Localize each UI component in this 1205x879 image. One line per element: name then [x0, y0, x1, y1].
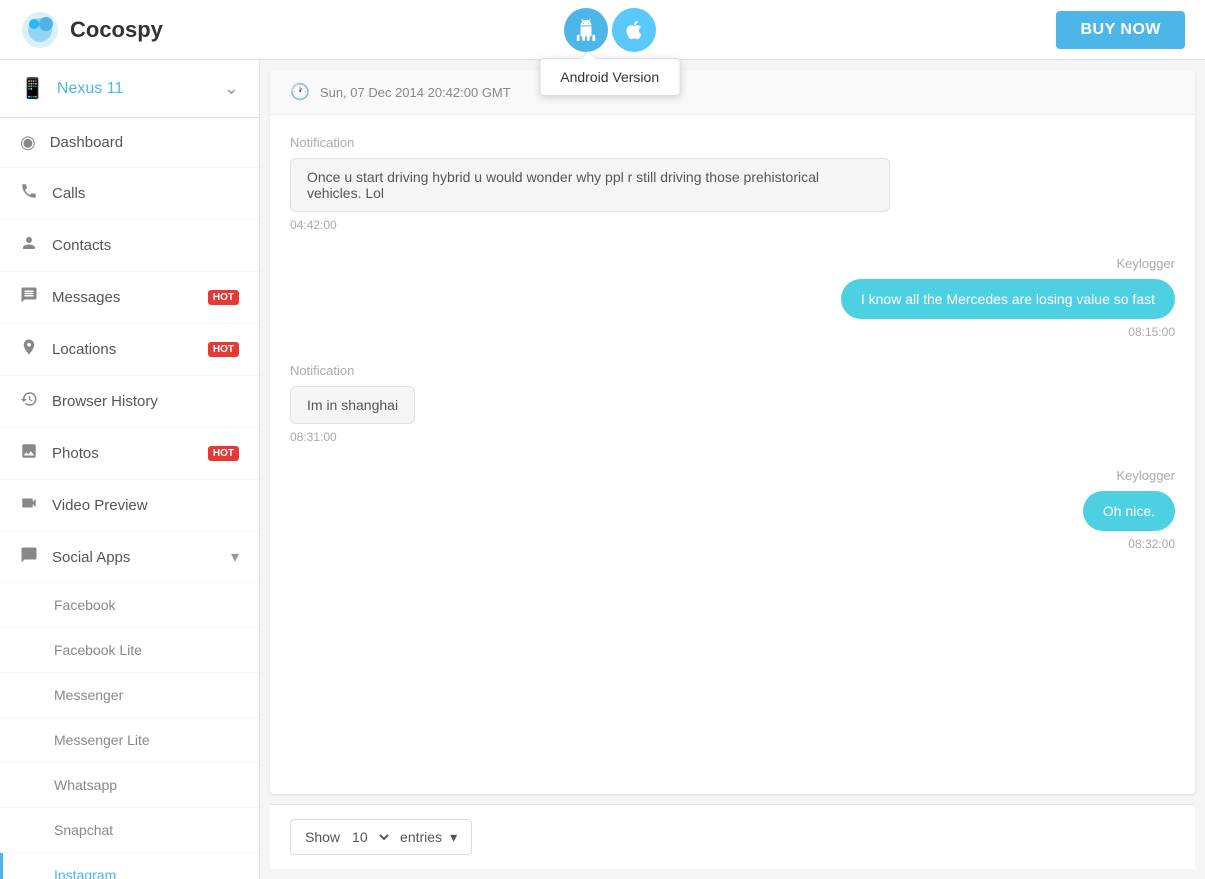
- messages-hot-badge: HOT: [208, 290, 239, 305]
- video-preview-icon: [20, 494, 38, 517]
- locations-hot-badge: HOT: [208, 342, 239, 357]
- notification-label-1: Notification: [290, 135, 1175, 150]
- cocospy-logo-icon: [20, 10, 60, 50]
- ios-button[interactable]: [612, 8, 656, 52]
- photos-icon: [20, 442, 38, 465]
- calls-icon: [20, 182, 38, 205]
- main-layout: 📱 Nexus 11 ⌄ ◉ Dashboard Calls Contacts: [0, 60, 1205, 879]
- locations-icon: [20, 338, 38, 361]
- android-button[interactable]: [564, 8, 608, 52]
- message-time-2: 08:31:00: [290, 430, 1175, 444]
- tooltip-text: Android Version: [560, 69, 659, 85]
- notification-bubble-1: Once u start driving hybrid u would wond…: [290, 158, 890, 212]
- bottom-bar: Show 10 25 50 100 entries ▾: [270, 804, 1195, 869]
- device-name-label: Nexus 11: [57, 80, 212, 98]
- sidebar-item-snapchat[interactable]: Snapchat: [0, 808, 259, 853]
- keylogger-bubble-1: I know all the Mercedes are losing value…: [841, 279, 1175, 319]
- message-group-2: Notification Im in shanghai 08:31:00: [290, 363, 1175, 444]
- platform-selector: Android Version: [564, 8, 656, 52]
- sidebar-item-instagram[interactable]: Instagram: [0, 853, 259, 879]
- sidebar: 📱 Nexus 11 ⌄ ◉ Dashboard Calls Contacts: [0, 60, 260, 879]
- app-header: Cocospy Android Version BUY NOW: [0, 0, 1205, 60]
- sidebar-item-facebook[interactable]: Facebook: [0, 583, 259, 628]
- sidebar-item-calls[interactable]: Calls: [0, 168, 259, 220]
- date-text: Sun, 07 Dec 2014 20:42:00 GMT: [320, 85, 511, 100]
- sidebar-browser-history-label: Browser History: [52, 393, 239, 410]
- sidebar-item-messages[interactable]: Messages HOT: [0, 272, 259, 324]
- content-area: 🕐 Sun, 07 Dec 2014 20:42:00 GMT Notifica…: [260, 60, 1205, 879]
- device-name-suffix: 11: [107, 80, 124, 97]
- android-version-tooltip: Android Version: [539, 58, 680, 96]
- browser-history-icon: [20, 390, 38, 413]
- notification-label-2: Notification: [290, 363, 1175, 378]
- keylogger-bubble-2: Oh nice.: [1083, 491, 1175, 531]
- logo-area: Cocospy: [20, 10, 163, 50]
- date-header: 🕐 Sun, 07 Dec 2014 20:42:00 GMT: [270, 70, 1195, 115]
- show-entries-control[interactable]: Show 10 25 50 100 entries ▾: [290, 819, 472, 855]
- keylogger-group-2: Keylogger Oh nice. 08:32:00: [290, 468, 1175, 551]
- keylogger-label-2: Keylogger: [1116, 468, 1175, 483]
- platform-buttons: [564, 8, 656, 52]
- chat-container: 🕐 Sun, 07 Dec 2014 20:42:00 GMT Notifica…: [270, 70, 1195, 794]
- sidebar-item-dashboard[interactable]: ◉ Dashboard: [0, 118, 259, 168]
- entries-select[interactable]: 10 25 50 100: [348, 828, 392, 846]
- buy-now-button[interactable]: BUY NOW: [1056, 11, 1185, 49]
- photos-hot-badge: HOT: [208, 446, 239, 461]
- sidebar-item-facebook-lite[interactable]: Facebook Lite: [0, 628, 259, 673]
- keylogger-label-1: Keylogger: [1116, 256, 1175, 271]
- keylogger-time-1: 08:15:00: [1128, 325, 1175, 339]
- contacts-icon: [20, 234, 38, 257]
- social-apps-chevron-icon: ▾: [231, 547, 239, 567]
- entries-chevron-icon: ▾: [450, 829, 457, 846]
- messages-list: Notification Once u start driving hybrid…: [270, 115, 1195, 595]
- logo-text: Cocospy: [70, 17, 163, 43]
- messages-icon: [20, 286, 38, 309]
- social-apps-label: Social Apps: [52, 549, 217, 566]
- dashboard-icon: ◉: [20, 132, 36, 153]
- sidebar-item-contacts[interactable]: Contacts: [0, 220, 259, 272]
- entries-text: entries: [400, 829, 442, 845]
- keylogger-time-2: 08:32:00: [1128, 537, 1175, 551]
- device-selector[interactable]: 📱 Nexus 11 ⌄: [0, 60, 259, 118]
- sidebar-item-browser-history[interactable]: Browser History: [0, 376, 259, 428]
- sidebar-item-photos[interactable]: Photos HOT: [0, 428, 259, 480]
- social-apps-icon: [20, 546, 38, 568]
- sidebar-calls-label: Calls: [52, 185, 239, 202]
- sidebar-contacts-label: Contacts: [52, 237, 239, 254]
- device-chevron-icon: ⌄: [224, 78, 239, 99]
- device-name-prefix: Nexus: [57, 80, 107, 97]
- sidebar-item-whatsapp[interactable]: Whatsapp: [0, 763, 259, 808]
- sidebar-video-preview-label: Video Preview: [52, 497, 239, 514]
- sidebar-locations-label: Locations: [52, 341, 190, 358]
- message-group-1: Notification Once u start driving hybrid…: [290, 135, 1175, 232]
- sidebar-item-label: Dashboard: [50, 134, 239, 151]
- sidebar-item-video-preview[interactable]: Video Preview: [0, 480, 259, 532]
- device-phone-icon: 📱: [20, 76, 45, 101]
- sidebar-item-locations[interactable]: Locations HOT: [0, 324, 259, 376]
- message-time-1: 04:42:00: [290, 218, 1175, 232]
- sidebar-item-messenger-lite[interactable]: Messenger Lite: [0, 718, 259, 763]
- sidebar-item-social-apps[interactable]: Social Apps ▾: [0, 532, 259, 583]
- show-entries-label: Show: [305, 829, 340, 845]
- sidebar-photos-label: Photos: [52, 445, 190, 462]
- keylogger-group-1: Keylogger I know all the Mercedes are lo…: [290, 256, 1175, 339]
- sidebar-messages-label: Messages: [52, 289, 190, 306]
- clock-icon: 🕐: [290, 82, 310, 102]
- notification-bubble-2: Im in shanghai: [290, 386, 415, 424]
- sidebar-item-messenger[interactable]: Messenger: [0, 673, 259, 718]
